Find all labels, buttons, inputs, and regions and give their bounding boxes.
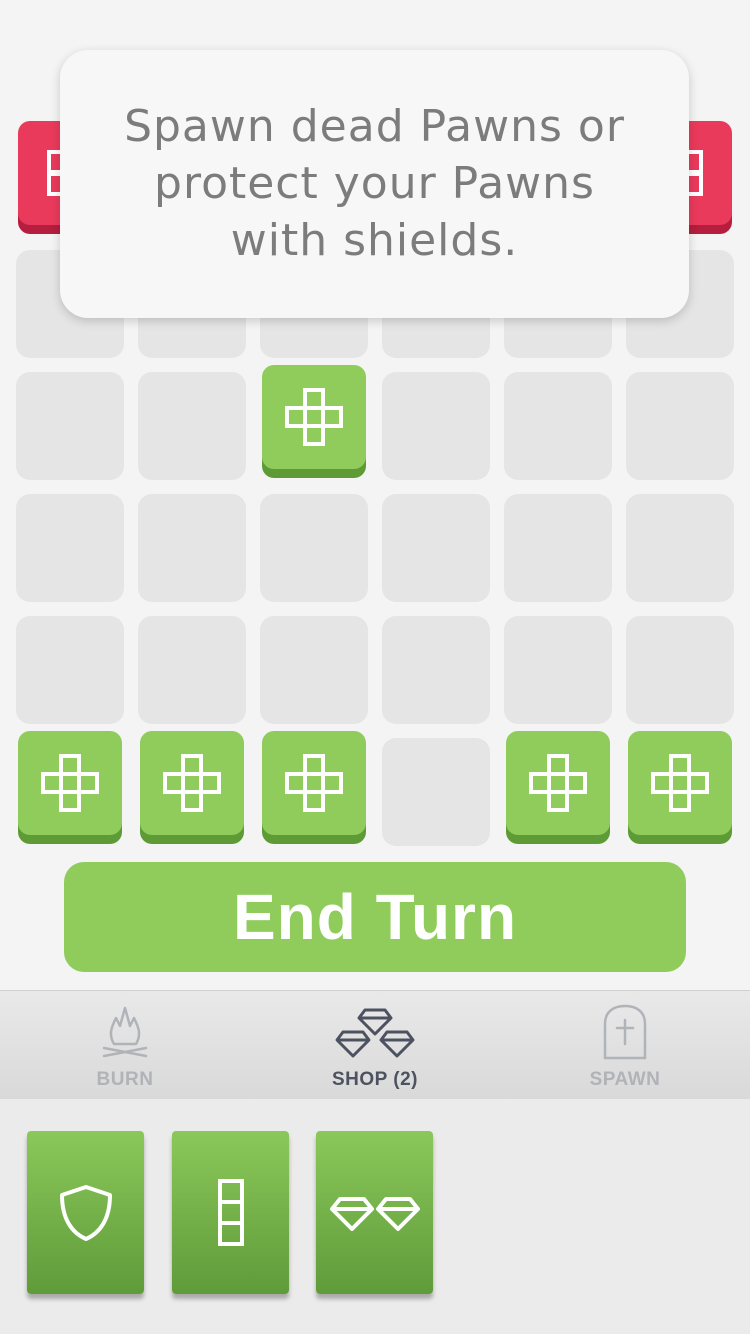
board-tile[interactable] xyxy=(504,616,612,724)
board-tile[interactable] xyxy=(382,738,490,846)
pawn-cross-icon xyxy=(41,754,99,812)
diamonds-card[interactable] xyxy=(316,1131,433,1294)
pawn-piece[interactable] xyxy=(262,731,366,835)
action-tab-bar: BURN SHOP (2) SPAWN xyxy=(0,990,750,1100)
column-blocks-icon xyxy=(217,1178,244,1246)
board-tile[interactable] xyxy=(16,616,124,724)
tooltip-text: Spawn dead Pawns or protect your Pawns w… xyxy=(124,100,625,266)
pawn-cross-icon xyxy=(529,754,587,812)
tab-shop-label: SHOP (2) xyxy=(331,1069,418,1090)
board-tile[interactable] xyxy=(16,372,124,480)
shield-card[interactable] xyxy=(27,1131,144,1294)
tab-burn[interactable]: BURN xyxy=(0,991,250,1099)
board-tile[interactable] xyxy=(138,494,246,602)
board-tile[interactable] xyxy=(260,616,368,724)
fire-icon xyxy=(100,1003,150,1061)
end-turn-button[interactable]: End Turn xyxy=(64,862,686,972)
board-tile[interactable] xyxy=(504,372,612,480)
tab-shop[interactable]: SHOP (2) xyxy=(250,991,500,1099)
board-tile[interactable] xyxy=(382,616,490,724)
pawn-piece[interactable] xyxy=(18,731,122,835)
shield-icon xyxy=(59,1184,112,1241)
board-tile[interactable] xyxy=(626,494,734,602)
diamonds-icon xyxy=(329,1196,420,1231)
pawn-cross-icon xyxy=(285,754,343,812)
board-tile[interactable] xyxy=(504,494,612,602)
board-tile[interactable] xyxy=(138,372,246,480)
pawn-cross-icon xyxy=(163,754,221,812)
pawn-piece[interactable] xyxy=(628,731,732,835)
tombstone-icon xyxy=(601,1003,649,1061)
tab-spawn-label: SPAWN xyxy=(589,1069,661,1090)
board-tile[interactable] xyxy=(16,494,124,602)
gems-icon xyxy=(335,1003,415,1061)
tab-burn-label: BURN xyxy=(96,1069,154,1090)
column-card[interactable] xyxy=(172,1131,289,1294)
board-tile[interactable] xyxy=(626,616,734,724)
board-tile[interactable] xyxy=(382,494,490,602)
tab-spawn[interactable]: SPAWN xyxy=(500,991,750,1099)
pawn-piece[interactable] xyxy=(262,365,366,469)
board-tile[interactable] xyxy=(138,616,246,724)
pawn-cross-icon xyxy=(285,388,343,446)
board-tile[interactable] xyxy=(382,372,490,480)
pawn-cross-icon xyxy=(651,754,709,812)
board-tile[interactable] xyxy=(260,494,368,602)
pawn-piece[interactable] xyxy=(140,731,244,835)
pawn-piece[interactable] xyxy=(506,731,610,835)
board-tile[interactable] xyxy=(626,372,734,480)
tutorial-tooltip[interactable]: Spawn dead Pawns or protect your Pawns w… xyxy=(60,50,689,318)
